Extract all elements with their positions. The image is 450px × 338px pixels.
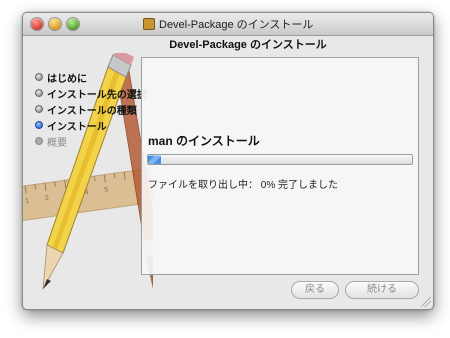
install-progress-bar	[147, 154, 413, 165]
close-window-button[interactable]	[31, 18, 43, 30]
step-label: はじめに	[47, 73, 87, 85]
window-title-text: Devel-Package のインストール	[159, 19, 314, 31]
step-introduction: はじめに	[35, 69, 147, 85]
step-bullet-icon	[35, 73, 43, 81]
status-text: ファイルを取り出し中： 0% 完了しました	[148, 180, 339, 191]
step-installation: インストール	[35, 117, 147, 133]
step-install-type: インストールの種類	[35, 101, 147, 117]
installer-window: Devel-Package のインストール Devel-Package のインス…	[22, 12, 434, 310]
package-icon	[143, 18, 155, 30]
step-label: インストール先の選択	[47, 89, 147, 101]
step-bullet-icon	[35, 105, 43, 113]
content-panel: man のインストール ファイルを取り出し中： 0% 完了しました	[141, 57, 419, 275]
continue-button[interactable]: 続ける	[345, 281, 419, 299]
installer-header: Devel-Package のインストール	[169, 39, 327, 51]
install-item-title: man のインストール	[148, 134, 260, 148]
step-label: 概要	[47, 137, 67, 149]
title-bar[interactable]: Devel-Package のインストール	[23, 13, 433, 36]
progress-fill	[148, 155, 162, 164]
step-label: インストールの種類	[47, 105, 137, 117]
installer-steps: はじめに インストール先の選択 インストールの種類 インストール 概要	[35, 69, 147, 149]
zoom-window-button[interactable]	[67, 18, 79, 30]
window-title: Devel-Package のインストール	[143, 17, 313, 31]
minimize-window-button[interactable]	[49, 18, 61, 30]
back-button[interactable]: 戻る	[291, 281, 339, 299]
step-current-bullet-icon	[35, 121, 43, 129]
resize-grip-icon[interactable]	[421, 297, 431, 307]
step-summary: 概要	[35, 133, 147, 149]
step-destination: インストール先の選択	[35, 85, 147, 101]
step-bullet-icon	[35, 89, 43, 97]
step-bullet-icon	[35, 137, 43, 145]
step-label: インストール	[47, 121, 107, 133]
